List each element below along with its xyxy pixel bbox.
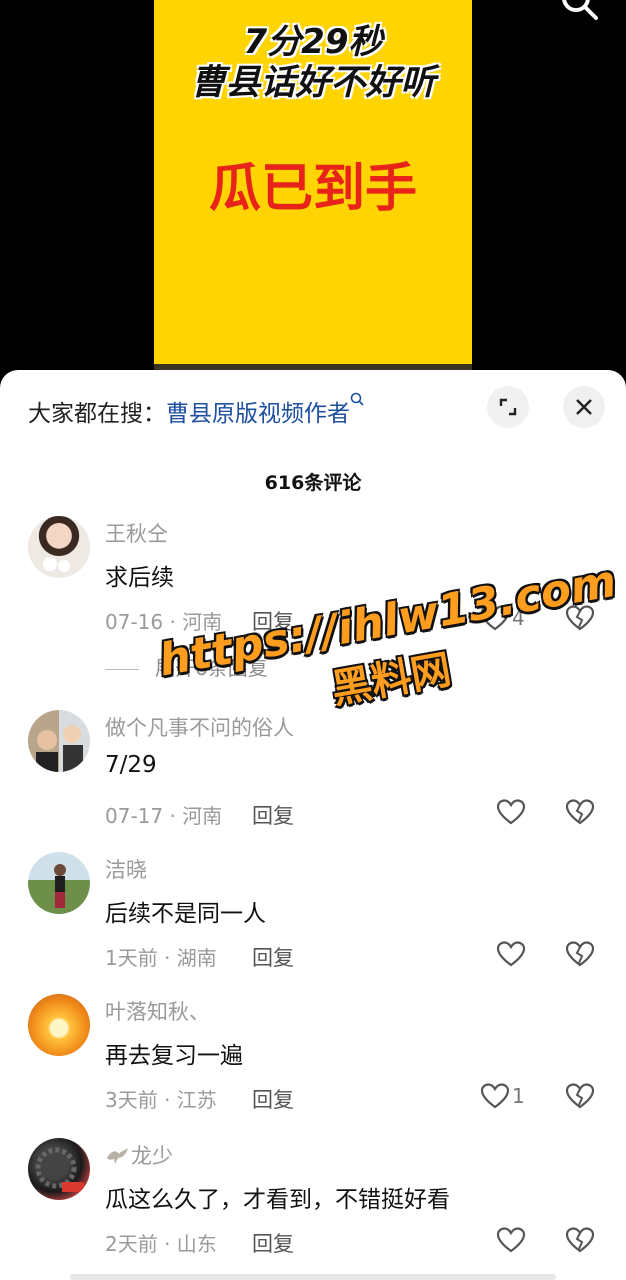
comment-username[interactable]: 做个凡事不问的俗人 [105, 712, 294, 742]
heart-icon[interactable] [496, 798, 526, 826]
comment-meta: 3天前 · 江苏 [105, 1088, 217, 1112]
expand-replies-button[interactable]: 展开6条回复 [105, 652, 268, 681]
comment-username[interactable]: 龙少 [105, 1140, 173, 1170]
search-icon[interactable] [560, 0, 600, 22]
video-frame[interactable]: 7分29秒 曹县话好不好听 瓜已到手 [154, 0, 472, 370]
broken-heart-icon[interactable] [565, 604, 595, 632]
comment-meta: 07-16 · 河南 [105, 610, 223, 634]
reply-button[interactable]: 回复 [252, 1084, 294, 1114]
avatar[interactable] [28, 710, 90, 772]
heart-icon[interactable] [480, 604, 510, 632]
divider [105, 669, 139, 670]
expand-icon [499, 398, 517, 416]
comment-text: 瓜这么久了，才看到，不错挺好看 [105, 1187, 450, 1213]
heart-icon[interactable] [496, 940, 526, 968]
like-count: 4 [512, 606, 525, 630]
video-player[interactable]: 7分29秒 曹县话好不好听 瓜已到手 [0, 0, 626, 380]
broken-heart-icon[interactable] [565, 940, 595, 968]
expand-replies-label: 展开6条回复 [155, 656, 268, 680]
bottom-input-hint [70, 1274, 556, 1280]
close-icon [576, 399, 592, 415]
like-count: 1 [512, 1084, 525, 1108]
video-headline: 瓜已到手 [208, 159, 417, 219]
avatar[interactable] [28, 852, 90, 914]
comment-text: 7/29 [105, 752, 157, 778]
comment-meta: 07-17 · 河南 [105, 804, 223, 828]
heart-icon[interactable] [496, 1226, 526, 1254]
comment-count: 616条评论 [264, 472, 362, 494]
comment-meta: 1天前 · 湖南 [105, 946, 217, 970]
hot-search-term[interactable]: 曹县原版视频作者 [166, 401, 350, 427]
broken-heart-icon[interactable] [565, 1082, 595, 1110]
broken-heart-icon[interactable] [565, 798, 595, 826]
hot-search-prefix: 大家都在搜： [28, 401, 166, 427]
comment-username[interactable]: 叶落知秋、 [105, 996, 210, 1026]
comment-text: 求后续 [105, 565, 174, 591]
bird-badge-icon [105, 1146, 129, 1166]
comment-text: 后续不是同一人 [105, 901, 266, 927]
video-title-caption: 曹县话好不好听 [190, 63, 436, 103]
comment-text: 再去复习一遍 [105, 1043, 243, 1069]
comment-username-text: 龙少 [131, 1144, 173, 1168]
comments-sheet: 大家都在搜：曹县原版视频作者 616条评论 王秋仝 求后续 07-16 · 河南… [0, 370, 626, 1280]
reply-button[interactable]: 回复 [252, 942, 294, 972]
broken-heart-icon[interactable] [565, 1226, 595, 1254]
expand-button[interactable] [487, 386, 529, 428]
heart-icon[interactable] [480, 1082, 510, 1110]
close-button[interactable] [563, 386, 605, 428]
hot-search-bar[interactable]: 大家都在搜：曹县原版视频作者 [28, 392, 364, 428]
comment-username[interactable]: 洁晓 [105, 854, 147, 884]
reply-button[interactable]: 回复 [252, 800, 294, 830]
search-small-icon [350, 392, 364, 406]
avatar[interactable] [28, 994, 90, 1056]
comment-username[interactable]: 王秋仝 [105, 518, 168, 548]
reply-button[interactable]: 回复 [252, 606, 294, 636]
avatar[interactable] [28, 1138, 90, 1200]
avatar[interactable] [28, 516, 90, 578]
comment-meta: 2天前 · 山东 [105, 1232, 217, 1256]
reply-button[interactable]: 回复 [252, 1228, 294, 1258]
